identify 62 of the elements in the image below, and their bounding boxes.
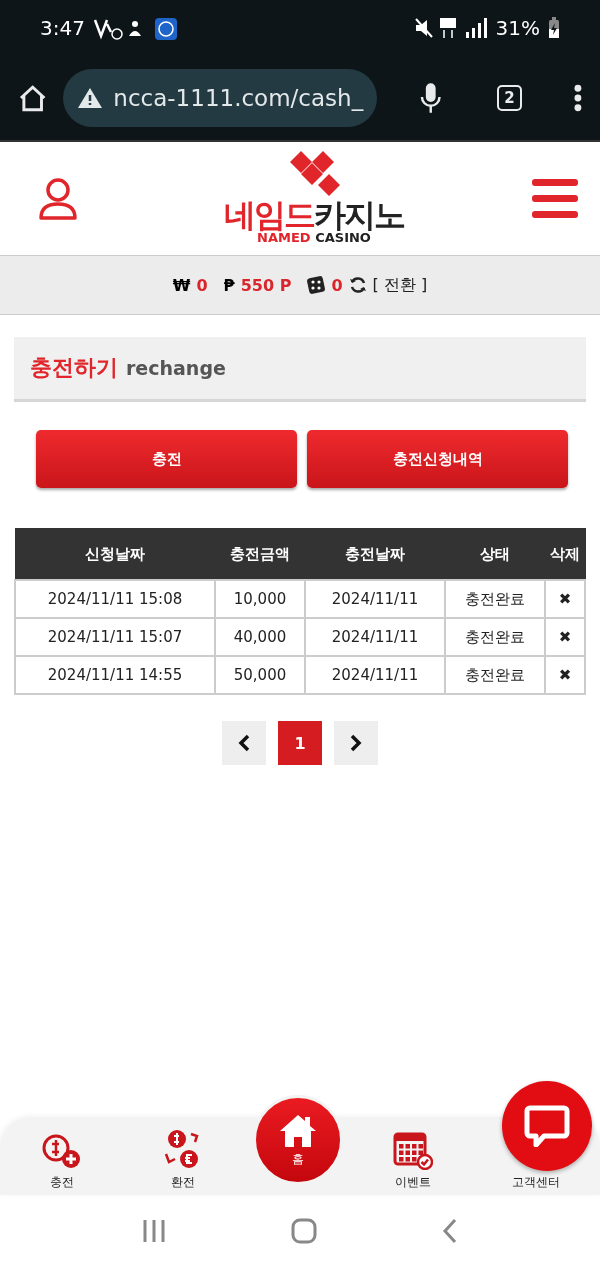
address-bar[interactable]: ncca-1111.com/cash_ [63,68,378,127]
table-cell: 2024/11/11 [305,618,445,656]
table-cell: 40,000 [215,618,305,656]
url-text: ncca-1111.com/cash_ [113,84,364,111]
column-header: 충전금액 [215,528,305,580]
table-cell: 충전완료 [445,656,545,694]
won-symbol: ₩ [172,275,191,295]
point-symbol: ₱ [223,275,235,295]
dice-icon [307,276,326,294]
table-cell: 2024/11/11 [305,580,445,618]
page-button[interactable]: 1 [278,721,322,765]
section-title: 충전하기 [30,354,118,382]
tab-count[interactable]: 2 [496,84,523,111]
next-page-button[interactable] [334,721,378,765]
chevron-right-icon [349,734,363,752]
section-subtitle: rechange [126,357,226,379]
calendar-icon [392,1130,433,1170]
cash-balance: 0 [196,275,208,295]
table-cell: 2024/11/11 15:07 [15,618,215,656]
chip-balance: 0 [331,275,343,295]
nav-item[interactable]: 이벤트 [392,1130,433,1191]
delete-button[interactable]: ✖ [545,656,585,694]
column-header: 상태 [445,528,545,580]
previous-page-button[interactable] [222,721,266,765]
casino-logo[interactable]: 네임드카지노 NAMED CASINO [224,151,404,246]
table-cell: 10,000 [215,580,305,618]
table-cell: 충전완료 [445,618,545,656]
table-cell: 2024/11/11 15:08 [15,580,215,618]
nav-item[interactable]: 환전 [163,1128,204,1191]
home-icon [278,1112,318,1149]
home-nav-button[interactable]: 홈 [253,1095,343,1185]
battery-charging-icon [548,16,560,39]
chevron-left-icon [237,734,251,752]
convert-link[interactable]: [ 전환 ] [372,274,428,296]
microphone-icon[interactable] [419,81,443,114]
home-icon[interactable] [18,83,48,112]
chat-button[interactable] [502,1081,592,1171]
nav-item[interactable]: 고객센터 [512,1174,561,1191]
table-cell: 2024/11/11 14:55 [15,656,215,694]
battery-percent: 31% [495,15,540,40]
recent-apps-icon[interactable] [142,1219,167,1243]
home-button-icon[interactable] [291,1218,317,1244]
column-header: 충전날짜 [305,528,445,580]
table-cell: 50,000 [215,656,305,694]
menu-icon[interactable] [532,178,578,219]
more-options-icon[interactable] [574,83,582,112]
table-cell: 2024/11/11 [305,656,445,694]
tab-button[interactable]: 충전 [36,430,297,488]
table-cell: 충전완료 [445,580,545,618]
user-icon[interactable] [38,176,78,221]
back-icon[interactable] [441,1218,458,1244]
clock-time: 3:47 [40,15,85,40]
point-balance: 550 P [240,275,292,295]
tab-button[interactable]: 충전신청내역 [307,430,568,488]
delete-button[interactable]: ✖ [545,618,585,656]
column-header: 삭제 [545,528,585,580]
column-header: 신청날짜 [15,528,215,580]
refresh-icon[interactable] [348,276,367,294]
warning-icon [77,86,104,109]
nav-item[interactable]: 충전 [39,1132,84,1191]
chat-bubble-icon [524,1105,570,1147]
delete-button[interactable]: ✖ [545,580,585,618]
